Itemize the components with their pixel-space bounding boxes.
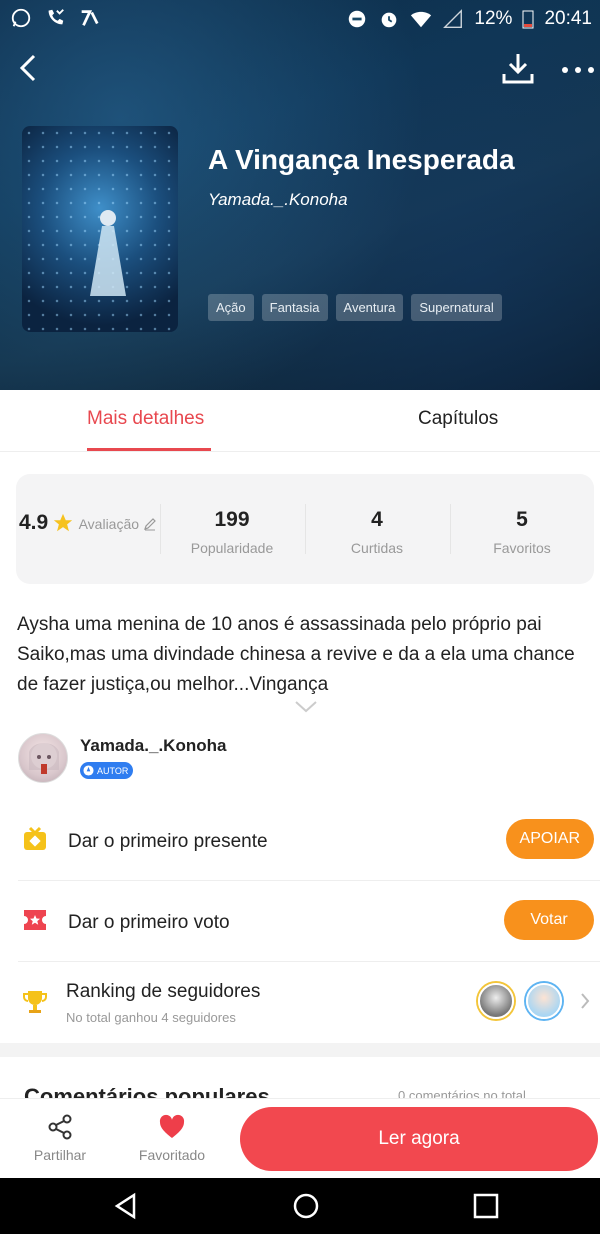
trophy-icon [23, 991, 47, 1013]
more-icon[interactable] [560, 60, 596, 80]
author-avatar[interactable] [18, 733, 68, 783]
follower-avatar[interactable] [526, 983, 562, 1019]
tab-bar: Mais detalhes Capítulos [0, 390, 600, 452]
pen-icon [83, 765, 94, 776]
favorites-label: Favoritos [493, 540, 551, 556]
active-tab-indicator [87, 448, 211, 451]
stat-rating[interactable]: 4.9 Avaliação [16, 508, 160, 535]
rating-label: Avaliação [78, 516, 140, 532]
book-title: A Vingança Inesperada [208, 144, 515, 175]
nav-recents-icon[interactable] [472, 1192, 500, 1220]
genre-tag[interactable]: Aventura [335, 294, 404, 321]
genre-tags: Ação Fantasia Aventura Supernatural [208, 294, 502, 321]
nav-home-icon[interactable] [292, 1192, 320, 1220]
chevron-right-icon[interactable] [580, 992, 590, 1010]
share-label: Partilhar [33, 1147, 87, 1163]
cover-illustration [90, 210, 126, 296]
ranking-label: Ranking de seguidores [66, 981, 261, 1002]
ticket-icon [24, 910, 46, 930]
share-icon [48, 1114, 72, 1140]
book-header: 12% 20:41 A Vingança Inesperada Yamada._… [0, 0, 600, 390]
tab-details[interactable]: Mais detalhes [87, 408, 204, 430]
author-badge-label: AUTOR [97, 765, 129, 776]
tab-chapters[interactable]: Capítulos [418, 408, 498, 430]
android-nav-bar [0, 1178, 600, 1234]
star-icon [53, 513, 73, 532]
status-bar: 12% 20:41 [0, 0, 600, 40]
gift-row: Dar o primeiro presente APOIAR [0, 800, 600, 880]
bottom-action-bar: Partilhar Favoritado Ler agora [0, 1098, 600, 1178]
section-divider [0, 1043, 600, 1057]
vote-row: Dar o primeiro voto Votar [0, 881, 600, 961]
expand-chevron-icon[interactable] [294, 700, 318, 714]
popularity-label: Popularidade [190, 540, 274, 556]
favorite-label: Favoritado [138, 1147, 206, 1163]
book-cover [22, 126, 178, 332]
vote-button[interactable]: Votar [504, 900, 594, 940]
download-icon[interactable] [500, 50, 536, 86]
genre-tag[interactable]: Ação [208, 294, 254, 321]
stat-popularity: 199 Popularidade [160, 508, 304, 556]
genre-tag[interactable]: Supernatural [411, 294, 502, 321]
dnd-icon [349, 10, 366, 28]
likes-label: Curtidas [350, 540, 404, 556]
clock: 20:41 [544, 8, 592, 29]
gift-label: Dar o primeiro presente [68, 831, 268, 852]
follower-avatar[interactable] [478, 983, 514, 1019]
author-name[interactable]: Yamada._.Konoha [80, 736, 226, 756]
synopsis-text: Aysha uma menina de 10 anos é assassinad… [17, 614, 575, 695]
read-now-button[interactable]: Ler agora [240, 1107, 598, 1171]
stat-likes: 4 Curtidas [305, 508, 449, 556]
genre-tag[interactable]: Fantasia [261, 294, 328, 321]
likes-value: 4 [371, 508, 383, 531]
heart-icon [159, 1114, 185, 1138]
whatsapp-icon [11, 8, 31, 28]
battery-icon [522, 10, 534, 29]
book-author[interactable]: Yamada._.Konoha [208, 190, 348, 210]
stat-favorites: 5 Favoritos [450, 508, 594, 556]
gift-icon [24, 826, 46, 850]
support-button[interactable]: APOIAR [505, 819, 594, 859]
alarm-icon [382, 12, 397, 28]
wifi-icon [411, 11, 432, 28]
share-button[interactable]: Partilhar [28, 1113, 92, 1163]
back-icon[interactable] [14, 52, 44, 84]
favorite-button[interactable]: Favoritado [134, 1113, 210, 1163]
rating-value: 4.9 [18, 511, 49, 534]
author-badge: AUTOR [80, 762, 134, 779]
signal-icon [443, 9, 463, 28]
nav-back-icon[interactable] [112, 1192, 140, 1220]
missed-call-icon [48, 9, 64, 25]
battery-percent: 12% [474, 8, 513, 29]
edit-icon [144, 518, 156, 531]
ranking-subtitle: No total ganhou 4 seguidores [66, 1010, 236, 1025]
favorites-value: 5 [516, 508, 528, 531]
vote-label: Dar o primeiro voto [68, 912, 230, 933]
stats-card: 4.9 Avaliação 199 Popularidade 4 Curtida… [16, 474, 594, 584]
percent-icon [81, 10, 99, 26]
popularity-value: 199 [214, 508, 250, 531]
